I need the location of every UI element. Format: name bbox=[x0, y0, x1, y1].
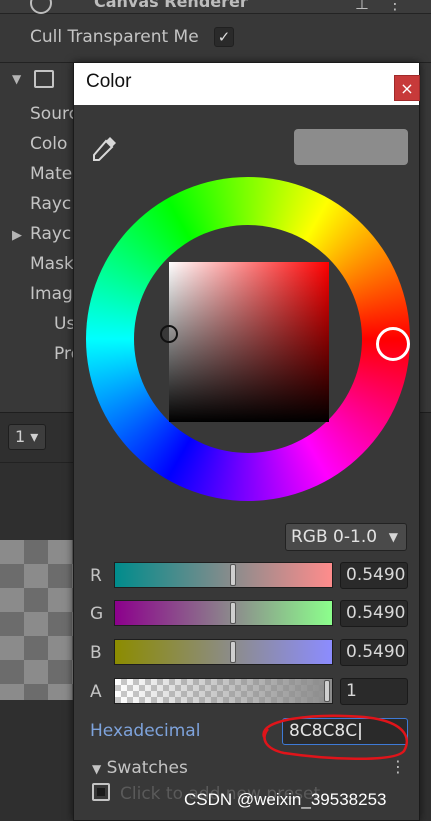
component-header[interactable]: Canvas Renderer ⊥⋮ bbox=[0, 0, 431, 14]
chevron-down-icon: ▼ bbox=[92, 762, 102, 776]
blue-slider-handle[interactable] bbox=[229, 641, 236, 663]
swatches-label: Swatches bbox=[106, 758, 188, 778]
preset-library-icon[interactable] bbox=[92, 783, 110, 801]
component-title: Canvas Renderer bbox=[94, 0, 248, 11]
divider bbox=[0, 462, 75, 463]
hexadecimal-input[interactable]: 8C8C8C| bbox=[282, 718, 408, 745]
property-label-image-type: Imag bbox=[30, 284, 73, 304]
channel-label-a: A bbox=[90, 682, 102, 702]
lower-dropdown[interactable]: 1 ▾ bbox=[8, 424, 46, 450]
green-value-field[interactable]: 0.5490 bbox=[340, 600, 408, 627]
property-label-raycast-padding: Rayc bbox=[30, 224, 72, 244]
alpha-value-field[interactable]: 1 bbox=[340, 678, 408, 705]
channel-label-b: B bbox=[90, 643, 102, 663]
header-icons[interactable]: ⊥⋮ bbox=[355, 0, 421, 13]
property-label-maskable: Mask bbox=[30, 254, 74, 274]
foldout-arrow-icon[interactable]: ▼ bbox=[12, 72, 21, 86]
swatches-menu-icon[interactable]: ⋮ bbox=[390, 757, 406, 776]
close-button[interactable]: × bbox=[394, 75, 420, 101]
blue-slider[interactable] bbox=[114, 639, 333, 665]
alpha-slider[interactable] bbox=[114, 678, 333, 704]
blue-value-field[interactable]: 0.5490 bbox=[340, 639, 408, 666]
cull-transparent-label: Cull Transparent Me bbox=[30, 27, 199, 47]
color-mode-dropdown[interactable]: RGB 0-1.0 ▼ bbox=[285, 523, 407, 551]
alpha-gradient bbox=[115, 679, 332, 703]
channel-label-g: G bbox=[90, 604, 104, 624]
hue-cursor[interactable] bbox=[376, 327, 410, 361]
green-slider[interactable] bbox=[114, 600, 333, 626]
eyedropper-icon[interactable] bbox=[90, 133, 120, 163]
red-slider[interactable] bbox=[114, 562, 333, 588]
picker-titlebar[interactable]: Color × bbox=[74, 63, 420, 105]
saturation-value-cursor[interactable] bbox=[160, 325, 178, 343]
saturation-value-square[interactable] bbox=[169, 262, 329, 422]
cull-transparent-checkbox[interactable]: ✓ bbox=[214, 27, 234, 47]
component-icon bbox=[30, 0, 52, 14]
property-label-raycast-target: Rayc bbox=[30, 194, 72, 214]
image-preview bbox=[0, 540, 75, 700]
alpha-slider-handle[interactable] bbox=[324, 680, 330, 702]
red-value-field[interactable]: 0.5490 bbox=[340, 562, 408, 589]
channel-label-r: R bbox=[90, 566, 102, 586]
chevron-down-icon: ▼ bbox=[388, 530, 398, 544]
green-slider-handle[interactable] bbox=[229, 602, 236, 624]
property-label-material: Mate bbox=[30, 164, 73, 184]
color-preview-swatch[interactable] bbox=[294, 129, 408, 165]
picker-title: Color bbox=[86, 71, 132, 92]
hexadecimal-label: Hexadecimal bbox=[90, 721, 201, 741]
swatches-foldout[interactable]: ▼ Swatches bbox=[92, 758, 188, 778]
raycast-padding-foldout-icon[interactable]: ▶ bbox=[12, 228, 22, 243]
property-label-color: Colo bbox=[30, 134, 68, 154]
red-slider-handle[interactable] bbox=[229, 564, 236, 586]
color-picker-window: Color × RGB 0-1.0 ▼ R 0.5490 G 0.5490 B 0… bbox=[73, 62, 420, 821]
watermark-text: CSDN @weixin_39538253 bbox=[184, 790, 387, 809]
property-label-source: Sourc bbox=[30, 104, 78, 124]
image-component-icon bbox=[34, 70, 54, 88]
